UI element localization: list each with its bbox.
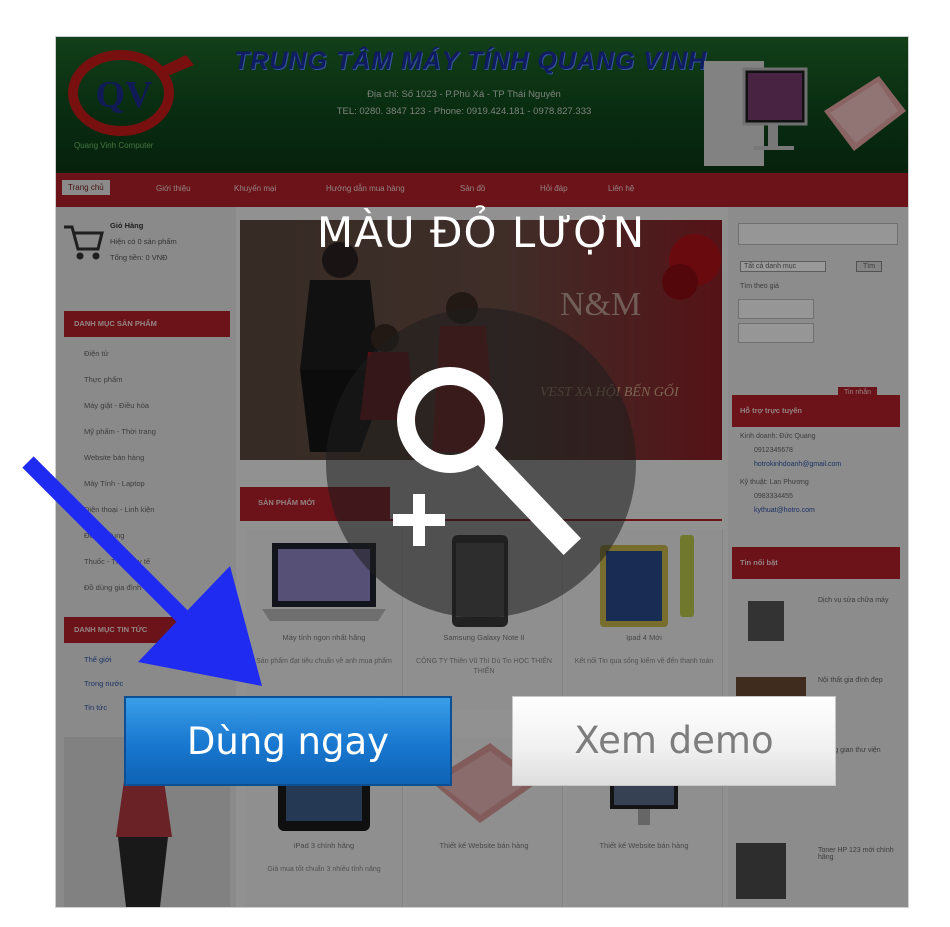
- zoom-in-button[interactable]: [326, 308, 636, 618]
- theme-title: MÀU ĐỎ LƯỢN: [316, 208, 646, 257]
- use-now-button[interactable]: Dùng ngay: [124, 696, 452, 786]
- view-demo-button[interactable]: Xem demo: [512, 696, 836, 786]
- zoom-in-icon: [393, 367, 581, 555]
